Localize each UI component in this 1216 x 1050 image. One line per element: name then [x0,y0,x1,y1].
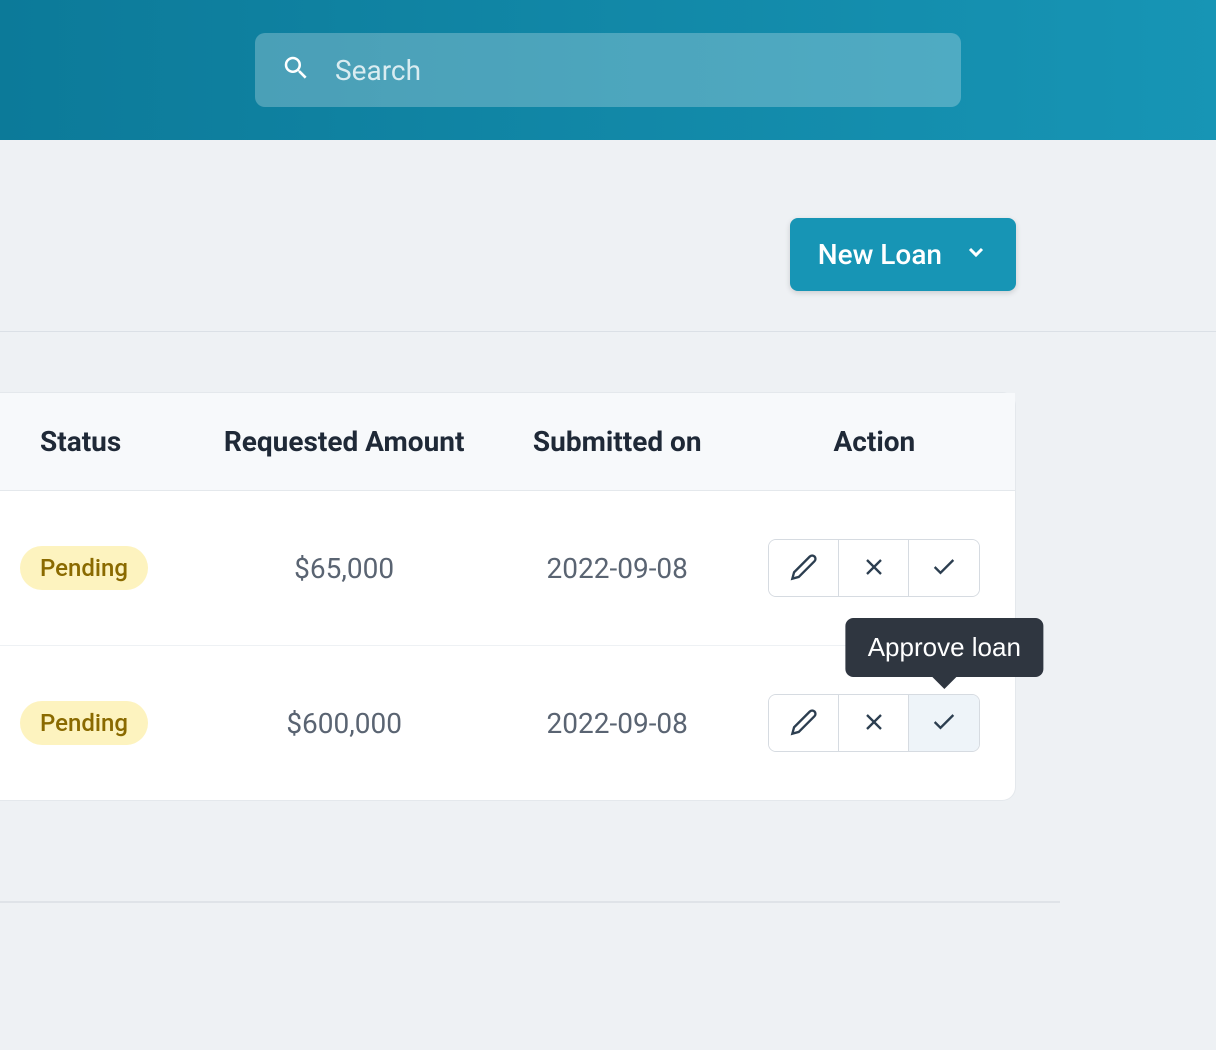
search-icon [281,53,311,87]
cell-status: Pending [0,646,188,801]
cell-submitted: 2022-09-08 [501,646,734,801]
table-card: Status Requested Amount Submitted on Act… [0,392,1016,801]
cell-amount: $65,000 [188,491,501,646]
status-badge: Pending [20,546,148,590]
top-actions: New Loan [0,140,1216,331]
action-group: Approve loan [768,694,980,752]
col-status: Status [0,393,188,491]
cell-action: Approve loan [734,646,1015,801]
action-group [768,539,980,597]
pencil-icon [790,553,818,584]
new-loan-button[interactable]: New Loan [790,218,1016,291]
cell-status: Pending [0,491,188,646]
cell-submitted: 2022-09-08 [501,491,734,646]
loans-table: Status Requested Amount Submitted on Act… [0,393,1015,800]
header-bar [0,0,1216,140]
col-action: Action [734,393,1015,491]
approve-button[interactable]: Approve loan [909,695,979,751]
chevron-down-icon [964,238,988,271]
table-section: Status Requested Amount Submitted on Act… [0,331,1216,801]
edit-button[interactable] [769,540,839,596]
search-wrapper[interactable] [255,33,961,107]
status-badge: Pending [20,701,148,745]
edit-button[interactable] [769,695,839,751]
check-icon [930,708,958,739]
col-requested-amount: Requested Amount [188,393,501,491]
col-submitted-on: Submitted on [501,393,734,491]
pencil-icon [790,708,818,739]
cell-amount: $600,000 [188,646,501,801]
reject-button[interactable] [839,695,909,751]
check-icon [930,553,958,584]
footer-divider [0,901,1060,903]
new-loan-label: New Loan [818,238,942,271]
search-input[interactable] [335,54,935,87]
reject-button[interactable] [839,540,909,596]
tooltip-text: Approve loan [868,632,1021,662]
approve-button[interactable] [909,540,979,596]
close-icon [860,553,888,584]
tooltip: Approve loan [846,618,1043,677]
table-row: Pending $600,000 2022-09-08 [0,646,1015,801]
table-header-row: Status Requested Amount Submitted on Act… [0,393,1015,491]
close-icon [860,708,888,739]
